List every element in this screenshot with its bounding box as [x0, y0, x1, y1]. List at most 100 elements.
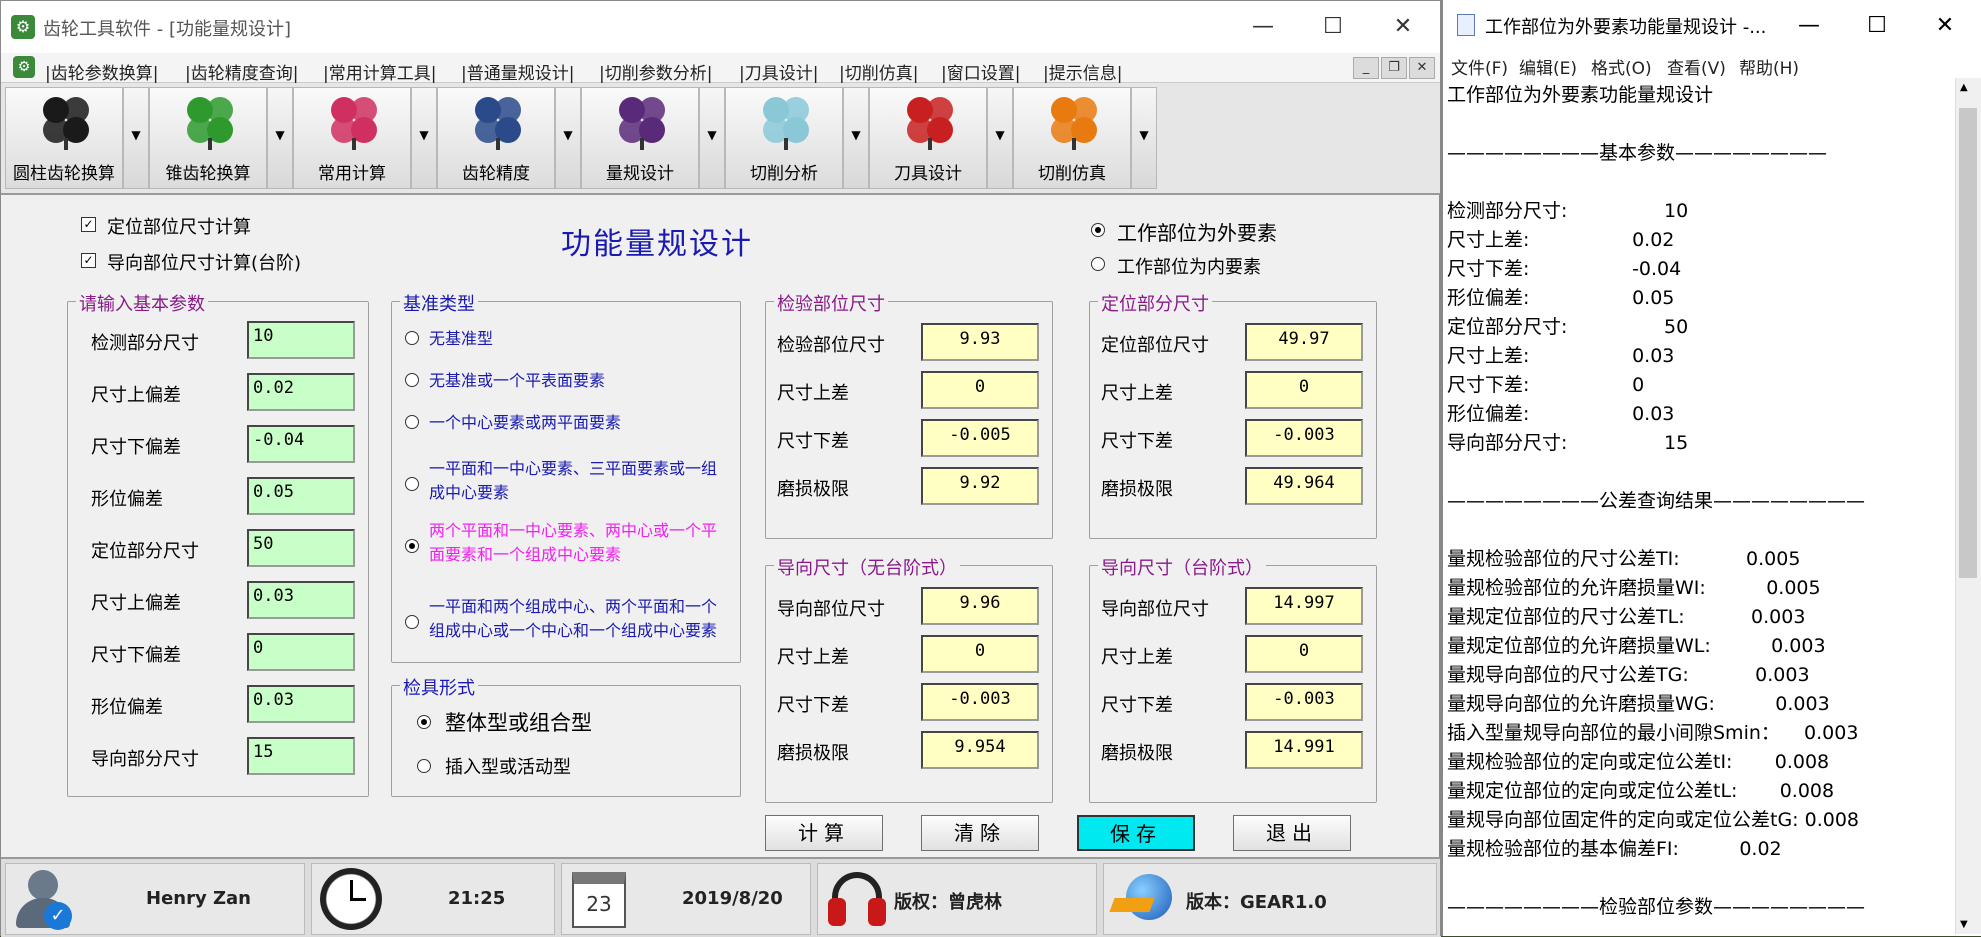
- toolbar-dropdown-4[interactable]: ▼: [555, 87, 581, 189]
- input-field[interactable]: 15: [247, 737, 355, 775]
- notepad-menu-edit[interactable]: 编辑(E): [1519, 54, 1577, 79]
- input-field[interactable]: 50: [247, 529, 355, 567]
- globe-arrow-icon: [1109, 868, 1176, 930]
- datum-radio[interactable]: [405, 331, 419, 345]
- toolbar-button-7[interactable]: 刀具设计: [869, 87, 987, 189]
- copyright-text: 版权：曾虎林: [894, 892, 1002, 913]
- result-value[interactable]: 9.954: [921, 731, 1039, 769]
- menu-gear-params[interactable]: |齿轮参数换算|: [45, 59, 158, 84]
- input-label: 导向部分尺寸: [91, 749, 199, 770]
- result-value[interactable]: 0: [921, 635, 1039, 673]
- scroll-down-icon[interactable]: ▼: [1960, 919, 1968, 930]
- input-label: 形位偏差: [91, 697, 163, 718]
- toolbar-label: 切削分析: [750, 164, 818, 184]
- toolbar-dropdown-6[interactable]: ▼: [843, 87, 869, 189]
- datum-radio[interactable]: [405, 415, 419, 429]
- result-value[interactable]: 0: [1245, 371, 1363, 409]
- result-label: 磨损极限: [1101, 479, 1173, 500]
- notepad-menu-file[interactable]: 文件(F): [1451, 54, 1508, 79]
- input-field[interactable]: -0.04: [247, 425, 355, 463]
- outer-element-radio[interactable]: [1091, 223, 1105, 237]
- menu-tool-design[interactable]: |刀具设计|: [739, 59, 818, 84]
- notepad-menu-help[interactable]: 帮助(H): [1739, 54, 1799, 79]
- toolbar-dropdown-3[interactable]: ▼: [411, 87, 437, 189]
- toolbar-button-5[interactable]: 量规设计: [581, 87, 699, 189]
- notepad-menu-format[interactable]: 格式(O): [1591, 54, 1652, 79]
- input-field[interactable]: 0.05: [247, 477, 355, 515]
- notepad-minimize-button[interactable]: —: [1789, 8, 1829, 44]
- inner-element-radio[interactable]: [1091, 257, 1105, 271]
- result-value[interactable]: 49.97: [1245, 323, 1363, 361]
- notepad-close-button[interactable]: ✕: [1925, 8, 1965, 44]
- input-field[interactable]: 10: [247, 321, 355, 359]
- locate-size-checkbox[interactable]: ✓: [81, 217, 96, 232]
- menu-window-settings[interactable]: |窗口设置|: [941, 59, 1020, 84]
- result-value[interactable]: 14.991: [1245, 731, 1363, 769]
- input-field[interactable]: 0.02: [247, 373, 355, 411]
- datum-radio[interactable]: [405, 477, 419, 491]
- result-label: 磨损极限: [1101, 743, 1173, 764]
- mdi-close-button[interactable]: ✕: [1409, 57, 1435, 79]
- toolbar-dropdown-1[interactable]: ▼: [123, 87, 149, 189]
- result-value[interactable]: 49.964: [1245, 467, 1363, 505]
- menu-cutting-sim[interactable]: |切削仿真|: [839, 59, 918, 84]
- toolbar-dropdown-2[interactable]: ▼: [267, 87, 293, 189]
- fixture-form-group: 检具形式: [391, 674, 741, 797]
- menu-gear-precision[interactable]: |齿轮精度查询|: [185, 59, 298, 84]
- result-value[interactable]: 14.997: [1245, 587, 1363, 625]
- toolbar-dropdown-5[interactable]: ▼: [699, 87, 725, 189]
- menu-gauge-design[interactable]: |普通量规设计|: [461, 59, 574, 84]
- notepad-scrollbar[interactable]: ▲ ▼: [1955, 78, 1981, 934]
- result-value[interactable]: 9.96: [921, 587, 1039, 625]
- input-field[interactable]: 0: [247, 633, 355, 671]
- result-value[interactable]: 0: [921, 371, 1039, 409]
- toolbar-dropdown-8[interactable]: ▼: [1131, 87, 1157, 189]
- calc-button[interactable]: 计算: [765, 815, 883, 851]
- result-value[interactable]: 0: [1245, 635, 1363, 673]
- datum-radio[interactable]: [405, 373, 419, 387]
- user-avatar-icon: ✓: [14, 868, 74, 930]
- result-value[interactable]: 9.92: [921, 467, 1039, 505]
- toolbar-button-8[interactable]: 切削仿真: [1013, 87, 1131, 189]
- mdi-minimize-button[interactable]: _: [1353, 57, 1379, 79]
- inner-element-label: 工作部位为内要素: [1117, 257, 1261, 278]
- result-value[interactable]: -0.003: [1245, 419, 1363, 457]
- result-value[interactable]: -0.003: [1245, 683, 1363, 721]
- notepad-maximize-button[interactable]: ☐: [1857, 8, 1897, 44]
- input-field[interactable]: 0.03: [247, 685, 355, 723]
- close-button[interactable]: ✕: [1383, 9, 1423, 45]
- toolbar-button-3[interactable]: 常用计算: [293, 87, 411, 189]
- toolbar-button-6[interactable]: 切削分析: [725, 87, 843, 189]
- toolbar-button-4[interactable]: 齿轮精度: [437, 87, 555, 189]
- menu-common-calc[interactable]: |常用计算工具|: [323, 59, 436, 84]
- input-field[interactable]: 0.03: [247, 581, 355, 619]
- notepad-text-area[interactable]: 工作部位为外要素功能量规设计 ————————基本参数———————— 检测部分尺寸…: [1447, 78, 1953, 934]
- result-value[interactable]: -0.005: [921, 419, 1039, 457]
- menu-cutting-analysis[interactable]: |切削参数分析|: [599, 59, 712, 84]
- result-value[interactable]: -0.003: [921, 683, 1039, 721]
- result-value[interactable]: 9.93: [921, 323, 1039, 361]
- fixture-integral-radio[interactable]: [417, 715, 431, 729]
- toolbar-button-2[interactable]: 锥齿轮换算: [149, 87, 267, 189]
- toolbar-label: 切削仿真: [1038, 164, 1106, 184]
- notepad-titlebar: 工作部位为外要素功能量规设计 -... — ☐ ✕: [1443, 0, 1981, 52]
- menu-tips[interactable]: |提示信息|: [1043, 59, 1122, 84]
- fixture-insert-radio[interactable]: [417, 759, 431, 773]
- clover-multicolor-icon: [331, 97, 377, 150]
- scroll-thumb[interactable]: [1959, 108, 1977, 578]
- app-titlebar: ⚙ 齿轮工具软件 - [功能量规设计] — ☐ ✕: [1, 1, 1441, 53]
- exit-button[interactable]: 退出: [1233, 815, 1351, 851]
- maximize-button[interactable]: ☐: [1313, 9, 1353, 45]
- toolbar-button-1[interactable]: 圆柱齿轮换算: [5, 87, 123, 189]
- datum-radio[interactable]: [405, 615, 419, 629]
- mdi-restore-button[interactable]: ❐: [1381, 57, 1407, 79]
- datum-radio[interactable]: [405, 539, 419, 553]
- scroll-up-icon[interactable]: ▲: [1960, 82, 1968, 93]
- notepad-menu-view[interactable]: 查看(V): [1667, 54, 1726, 79]
- group-title: 检验部位尺寸: [774, 290, 888, 316]
- guide-size-checkbox[interactable]: ✓: [81, 253, 96, 268]
- save-button[interactable]: 保存: [1077, 815, 1195, 851]
- toolbar-dropdown-7[interactable]: ▼: [987, 87, 1013, 189]
- clear-button[interactable]: 清除: [921, 815, 1039, 851]
- minimize-button[interactable]: —: [1243, 9, 1283, 45]
